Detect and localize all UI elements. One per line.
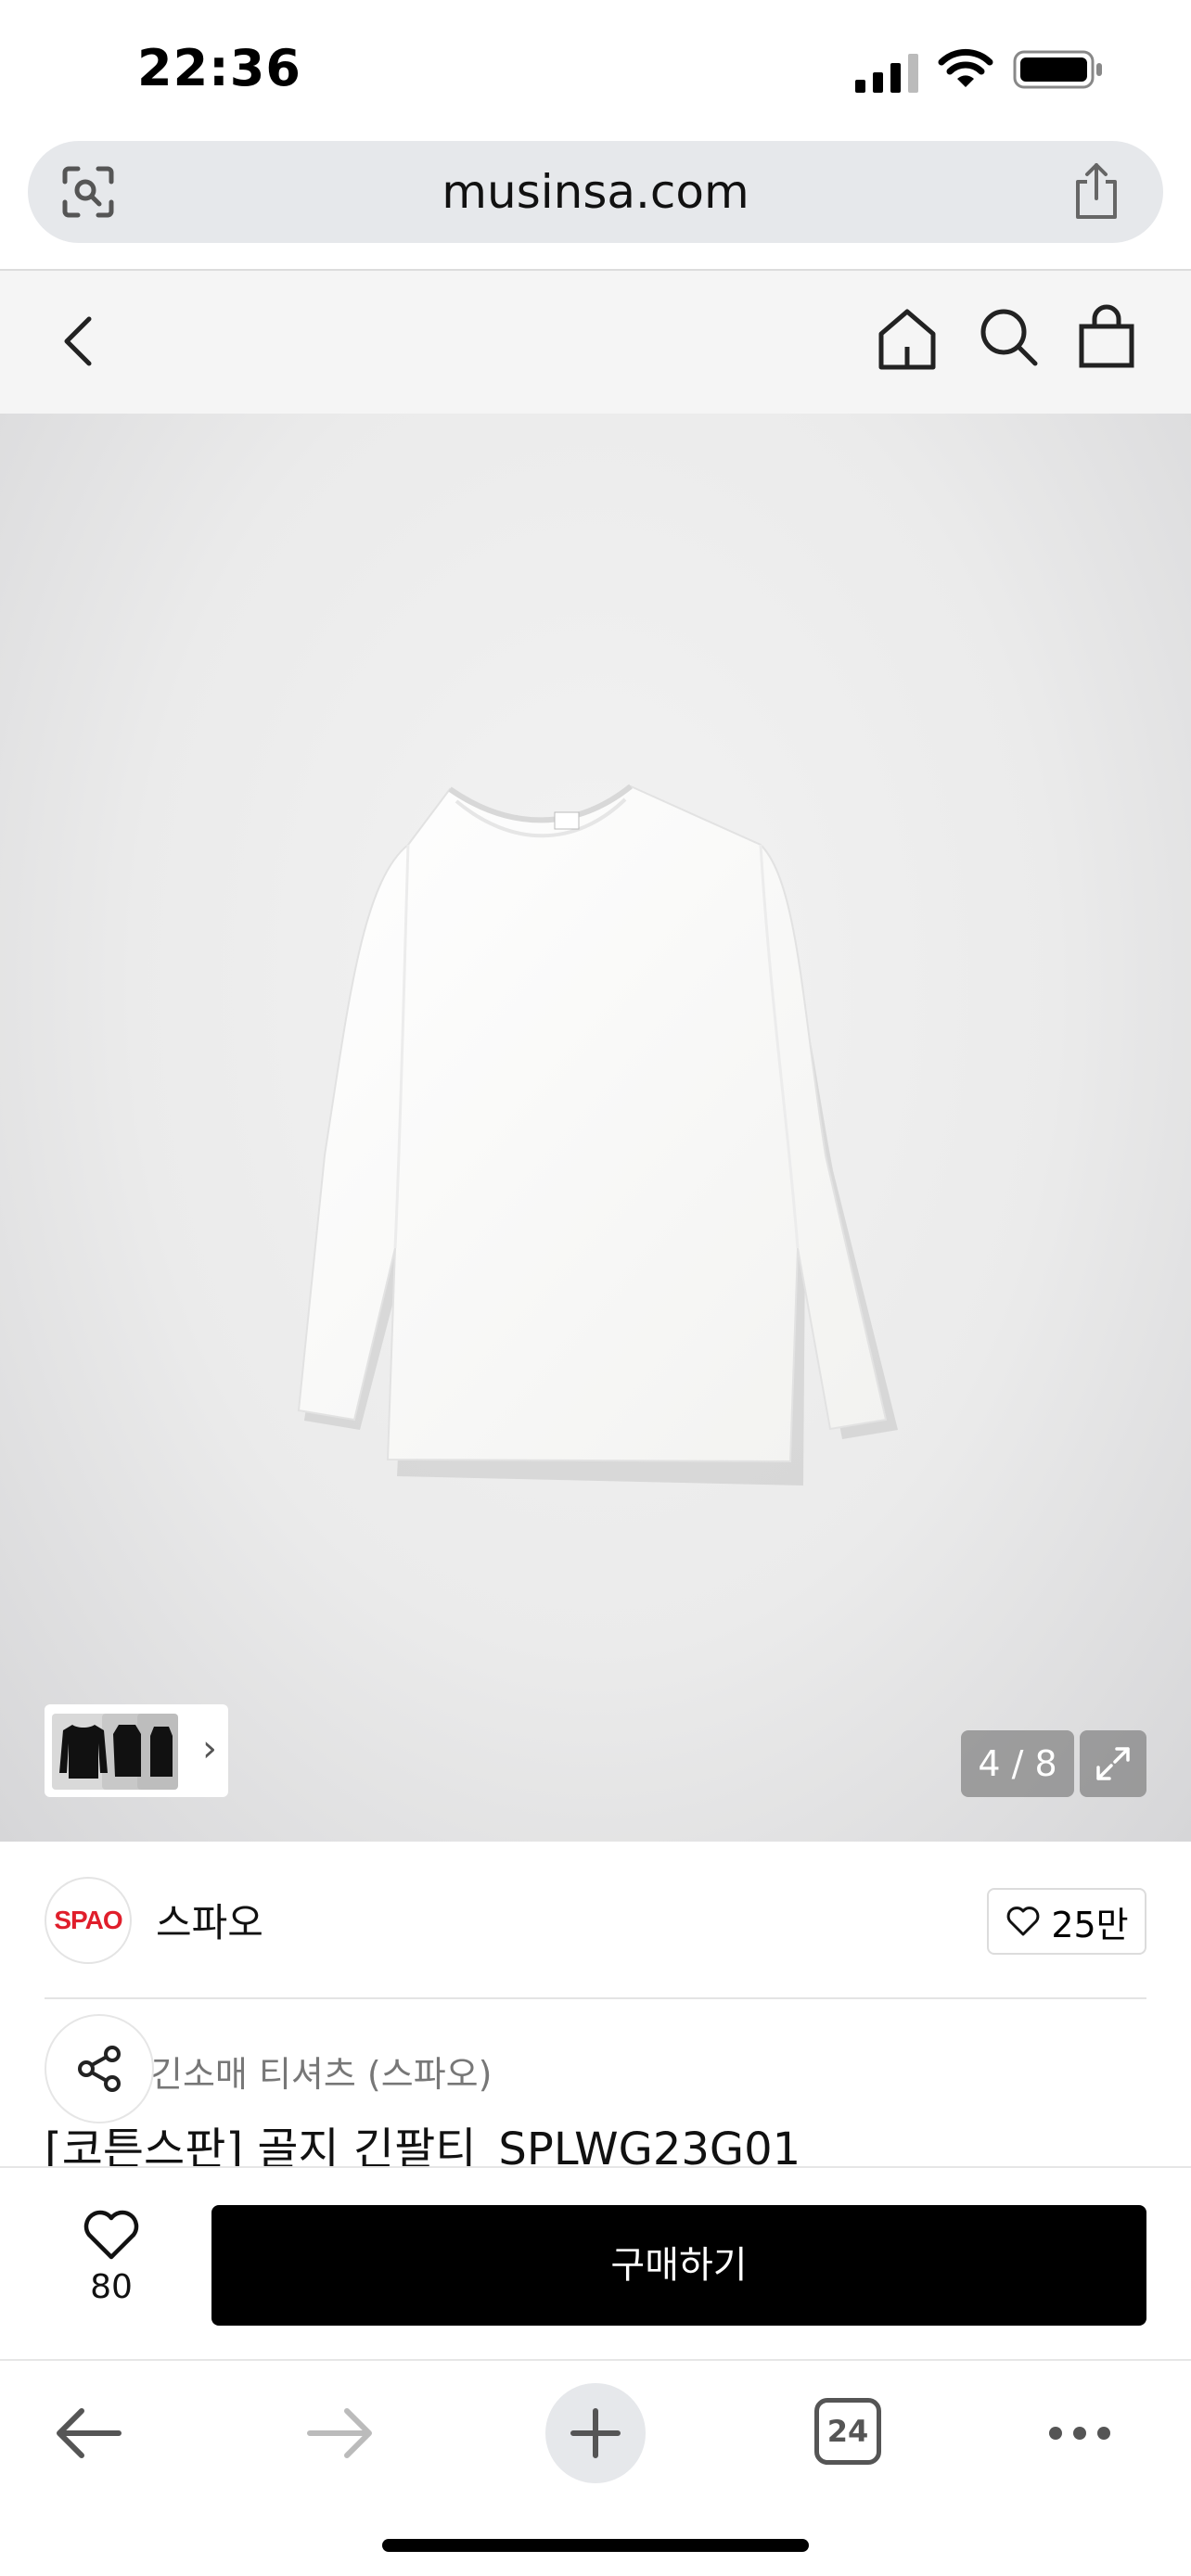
wishlist-count: 80	[90, 2268, 133, 2306]
back-arrow-icon[interactable]	[54, 2405, 122, 2461]
brand-logo[interactable]: SPAO	[45, 1877, 132, 1964]
thumbnail-shirt-icon	[59, 1725, 108, 1779]
heart-icon	[83, 2210, 139, 2260]
forward-arrow-icon[interactable]	[306, 2405, 375, 2461]
brand-like-button[interactable]: 25만	[987, 1888, 1146, 1955]
expand-icon	[1096, 1747, 1130, 1780]
search-icon[interactable]	[978, 306, 1039, 367]
product-image-gallery[interactable]: › 4 / 8	[0, 414, 1191, 1842]
home-icon[interactable]	[876, 306, 939, 371]
wifi-icon	[938, 48, 993, 87]
image-counter: 4 / 8	[961, 1730, 1074, 1797]
share-nodes-icon	[78, 2046, 121, 2092]
more-options-icon[interactable]	[1046, 2422, 1113, 2444]
product-title: [코튼스판] 골지 긴팔티_SPLWG23G01	[45, 2123, 801, 2170]
divider	[45, 1997, 1146, 1999]
heart-icon	[1006, 1906, 1040, 1936]
battery-icon	[1013, 50, 1102, 89]
brand-like-count: 25만	[1051, 1904, 1129, 1945]
tabs-button[interactable]: 24	[814, 2398, 881, 2465]
share-button[interactable]	[45, 2014, 154, 2123]
home-indicator[interactable]	[382, 2539, 809, 2552]
status-time: 22:36	[137, 39, 301, 97]
plus-icon	[570, 2408, 621, 2458]
thumbnail-shirt-icon	[150, 1727, 173, 1777]
chevron-right-icon[interactable]: ›	[202, 1730, 217, 1767]
purchase-bar: 80 구매하기	[0, 2166, 1191, 2359]
status-bar: 22:36	[0, 0, 1191, 139]
buy-button[interactable]: 구매하기	[211, 2205, 1146, 2326]
url-text: musinsa.com	[442, 165, 749, 219]
new-tab-button[interactable]	[545, 2383, 646, 2483]
brand-name[interactable]: 스파오	[156, 1892, 263, 1948]
back-chevron-icon[interactable]	[59, 313, 96, 369]
expand-button[interactable]	[1080, 1730, 1146, 1797]
cellular-signal-icon	[855, 54, 918, 93]
thumbnail-strip[interactable]: ›	[45, 1704, 228, 1797]
thumbnail-shirt-icon	[113, 1725, 141, 1777]
address-bar[interactable]: musinsa.com	[28, 141, 1163, 243]
site-header	[0, 271, 1191, 414]
shopping-bag-icon[interactable]	[1078, 304, 1135, 369]
share-icon[interactable]	[1070, 161, 1122, 221]
product-photo-tshirt	[297, 784, 898, 1486]
product-category[interactable]: 긴소매 티셔츠 (스파오)	[150, 2046, 492, 2097]
wishlist-button[interactable]: 80	[65, 2209, 158, 2306]
